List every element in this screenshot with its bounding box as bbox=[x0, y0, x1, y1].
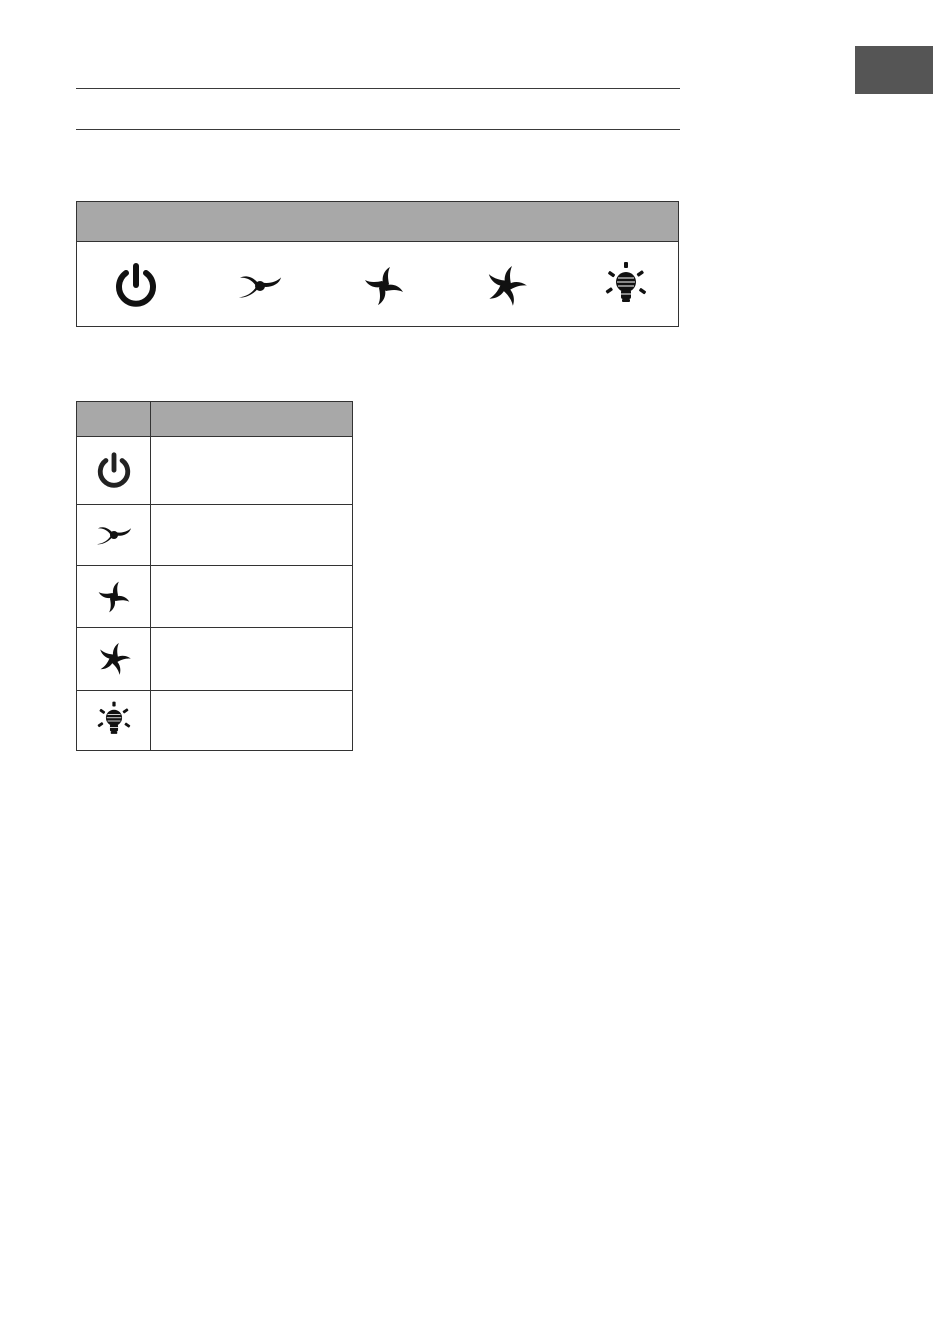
legend-description bbox=[150, 627, 353, 691]
control-panel-header bbox=[77, 202, 678, 242]
fan-speed-high-icon bbox=[480, 260, 532, 312]
language-tab bbox=[855, 46, 933, 94]
power-icon bbox=[110, 260, 162, 312]
fan-speed-medium-icon bbox=[93, 576, 135, 618]
fan-speed-low-icon bbox=[93, 514, 135, 556]
legend-description bbox=[150, 504, 353, 566]
legend-description bbox=[150, 565, 353, 628]
power-icon bbox=[93, 450, 135, 492]
light-bulb-icon bbox=[93, 700, 135, 742]
header-rule-bottom bbox=[76, 129, 680, 130]
light-bulb-icon bbox=[600, 260, 652, 312]
header-rule-top bbox=[76, 88, 680, 89]
legend-description bbox=[150, 436, 353, 505]
legend-header-function bbox=[150, 401, 353, 437]
button-legend-table bbox=[76, 401, 353, 751]
fan-speed-medium-icon bbox=[358, 260, 410, 312]
table-row bbox=[76, 690, 353, 751]
table-row bbox=[76, 565, 353, 628]
fan-speed-low-icon bbox=[234, 260, 286, 312]
table-row bbox=[76, 436, 353, 505]
control-panel-buttons bbox=[77, 242, 678, 328]
table-row bbox=[76, 504, 353, 566]
fan-speed-high-icon bbox=[93, 638, 135, 680]
legend-header-symbol bbox=[76, 401, 151, 437]
control-panel-illustration bbox=[76, 201, 679, 327]
legend-description bbox=[150, 690, 353, 751]
legend-header-row bbox=[76, 401, 353, 437]
table-row bbox=[76, 627, 353, 691]
